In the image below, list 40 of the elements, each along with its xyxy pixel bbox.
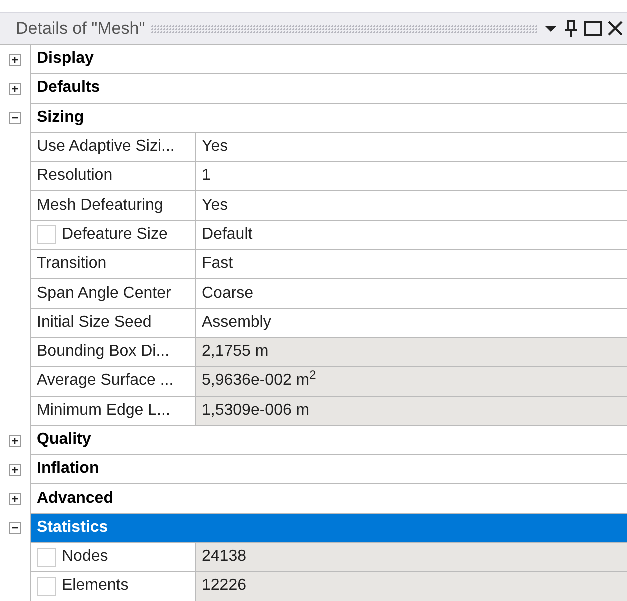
property-name: Average Surface ... <box>30 367 196 397</box>
property-name: Transition <box>30 250 196 280</box>
property-value: 1,5309e-006 m <box>196 396 627 426</box>
section-header[interactable]: Advanced <box>30 484 627 514</box>
panel-title: Details of "Mesh" <box>16 18 146 40</box>
checkbox[interactable] <box>37 548 56 567</box>
expand-icon[interactable] <box>9 464 21 476</box>
section-header[interactable]: Quality <box>30 426 627 456</box>
dropdown-icon[interactable] <box>544 24 558 32</box>
pin-icon[interactable] <box>564 20 578 38</box>
section-header[interactable]: Statistics <box>30 514 627 544</box>
expand-icon[interactable] <box>9 493 21 506</box>
section-header[interactable]: Inflation <box>30 455 627 484</box>
collapse-icon[interactable] <box>9 522 21 534</box>
property-name: Bounding Box Di... <box>30 338 196 368</box>
collapse-icon[interactable] <box>9 112 21 124</box>
section-header[interactable]: Defaults <box>30 74 627 104</box>
property-name: Nodes <box>62 547 108 568</box>
expand-icon[interactable] <box>9 54 21 66</box>
section-header[interactable]: Sizing <box>30 104 627 133</box>
property-value[interactable]: Assembly <box>196 308 627 338</box>
section-header[interactable]: Display <box>30 45 627 74</box>
property-name: Initial Size Seed <box>30 308 196 338</box>
expand-icon[interactable] <box>9 434 21 446</box>
property-name: Resolution <box>30 162 196 192</box>
checkbox[interactable] <box>37 225 56 244</box>
expand-icon[interactable] <box>9 82 21 95</box>
property-value: 12226 <box>196 572 627 601</box>
property-name: Elements <box>62 576 129 596</box>
property-name: Use Adaptive Sizi... <box>30 132 196 162</box>
property-name: Defeature Size <box>62 224 168 245</box>
property-name: Mesh Defeaturing <box>30 191 196 221</box>
maximize-icon[interactable] <box>584 20 602 36</box>
property-name: Span Angle Center <box>30 279 196 309</box>
property-name: Minimum Edge L... <box>30 396 196 426</box>
close-icon[interactable] <box>608 21 623 36</box>
property-value: 2,1755 m <box>196 338 627 368</box>
property-value: 5,9636e-002 m$^{2}$ <box>196 367 627 397</box>
property-value: 24138 <box>196 543 627 572</box>
checkbox[interactable] <box>37 576 56 596</box>
